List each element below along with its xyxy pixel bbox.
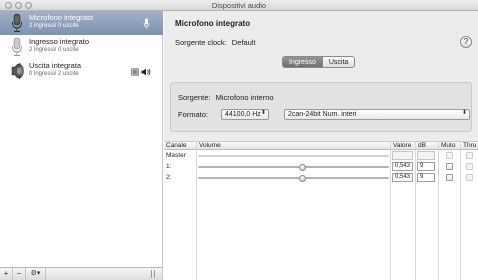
thru-checkbox[interactable]	[466, 174, 473, 181]
column-canale[interactable]: Canale	[164, 142, 187, 150]
format-value: 2can-24bit Num. interi	[288, 111, 357, 118]
add-device-button[interactable]: +	[0, 268, 13, 280]
format-label: Formato:	[178, 110, 209, 119]
volume-slider-knob[interactable]	[298, 164, 306, 171]
format-panel: Sorgente: Microfono interno Formato: 441…	[170, 82, 472, 132]
table-row: 1: 0,543 9	[164, 162, 478, 172]
column-muto[interactable]: Muto	[439, 142, 455, 150]
input-microphone-icon	[143, 18, 150, 29]
speaker-icon	[11, 62, 24, 80]
sample-rate-select[interactable]: 44100,0 Hz ⬍	[221, 109, 269, 120]
output-speaker-icon	[141, 68, 151, 76]
title-bar: Dispositivi audio	[0, 0, 478, 11]
column-thru[interactable]: Thru	[461, 142, 476, 150]
column-valore[interactable]: Valore	[391, 142, 411, 150]
device-channels: 0 ingressi/ 2 uscite	[29, 71, 79, 77]
source-row: Sorgente: Microfono interno	[178, 93, 274, 102]
mute-checkbox[interactable]	[446, 152, 453, 159]
value-field[interactable]: 0,543	[392, 162, 413, 171]
gear-menu-button[interactable]: ⚙▾	[26, 268, 46, 280]
line-in-icon	[12, 37, 22, 56]
finder-icon	[131, 68, 139, 76]
volume-slider[interactable]	[198, 175, 389, 182]
source-value: Microfono interno	[215, 93, 274, 102]
tab-uscita[interactable]: Uscita	[321, 57, 355, 67]
device-item-ingresso-integrato[interactable]: Ingresso integrato 2 ingressi/ 0 uscite	[0, 35, 163, 59]
thru-checkbox[interactable]	[466, 163, 473, 170]
db-field[interactable]: 9	[417, 173, 435, 182]
remove-device-button[interactable]: −	[13, 268, 26, 280]
channel-label: 2:	[166, 174, 172, 181]
device-item-microfono-integrato[interactable]: Microfono integrato 2 ingressi/ 0 uscite	[0, 11, 163, 35]
clock-source: Sorgente clock: Default	[175, 38, 256, 47]
channel-label: 1:	[166, 163, 172, 170]
value-field[interactable]	[392, 151, 413, 160]
device-channels: 2 ingressi/ 0 uscite	[29, 47, 79, 53]
volume-slider[interactable]	[198, 155, 389, 157]
volume-slider[interactable]	[198, 164, 389, 171]
volume-slider-knob[interactable]	[298, 175, 306, 182]
help-button[interactable]: ?	[460, 36, 472, 48]
io-tabs: Ingresso Uscita	[282, 56, 356, 68]
value-field[interactable]: 0,543	[392, 173, 413, 182]
table-row: 2: 0,543 9	[164, 173, 478, 183]
table-row: Master	[164, 151, 478, 161]
source-label: Sorgente:	[178, 93, 211, 102]
select-arrows-icon: ⬍	[461, 110, 467, 116]
db-field[interactable]	[417, 151, 435, 160]
column-volume[interactable]: Volume	[197, 142, 221, 150]
resize-handle[interactable]	[150, 270, 156, 278]
channel-label: Master	[166, 152, 186, 159]
device-detail-pane: Microfono integrato Sorgente clock: Defa…	[164, 11, 478, 280]
mute-checkbox[interactable]	[446, 174, 453, 181]
tab-ingresso[interactable]: Ingresso	[283, 57, 322, 67]
select-arrows-icon: ⬍	[260, 110, 266, 116]
window-title: Dispositivi audio	[211, 1, 267, 10]
device-title: Microfono integrato	[175, 19, 251, 28]
device-list: Microfono integrato 2 ingressi/ 0 uscite…	[0, 11, 163, 267]
mute-checkbox[interactable]	[446, 163, 453, 170]
format-select[interactable]: 2can-24bit Num. interi ⬍	[284, 109, 470, 120]
device-name: Microfono integrato	[29, 13, 94, 22]
thru-checkbox[interactable]	[466, 152, 473, 159]
device-name: Ingresso integrato	[29, 37, 90, 46]
channel-table: Canale Volume Valore dB Muto Thru Master…	[164, 141, 478, 280]
device-item-uscita-integrata[interactable]: Uscita integrata 0 ingressi/ 2 uscite	[0, 59, 163, 83]
table-header: Canale Volume Valore dB Muto Thru	[164, 141, 478, 150]
device-name: Uscita integrata	[29, 61, 82, 70]
sample-rate-value: 44100,0 Hz	[225, 111, 261, 118]
sidebar-toolbar: + − ⚙▾	[0, 267, 163, 280]
device-channels: 2 ingressi/ 0 uscite	[29, 23, 79, 29]
microphone-icon	[12, 13, 22, 32]
column-db[interactable]: dB	[416, 142, 426, 150]
clock-source-value: Default	[231, 38, 256, 47]
clock-source-label: Sorgente clock:	[175, 38, 227, 47]
db-field[interactable]: 9	[417, 162, 435, 171]
